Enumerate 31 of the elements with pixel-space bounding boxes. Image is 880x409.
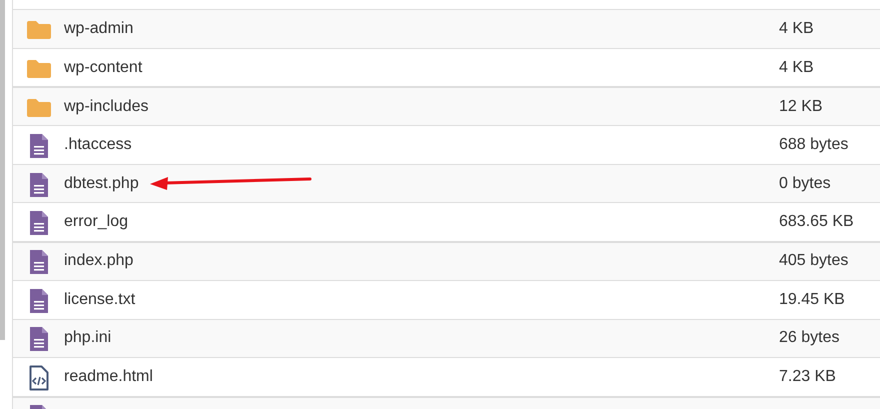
- file-size: 405 bytes: [779, 251, 848, 272]
- file-size: 0 bytes: [779, 174, 831, 194]
- file-size: 688 bytes: [779, 134, 848, 155]
- file-size: 26 bytes: [779, 328, 840, 348]
- document-icon: [28, 210, 48, 236]
- file-name[interactable]: license.txt: [64, 288, 779, 312]
- document-icon: [28, 326, 48, 352]
- file-name[interactable]: wp-admin: [64, 16, 779, 41]
- document-icon: [28, 132, 48, 159]
- folder-icon: [26, 20, 52, 40]
- file-name[interactable]: index.php: [64, 249, 779, 274]
- file-name[interactable]: wp-content: [64, 56, 779, 80]
- file-name[interactable]: php.ini: [64, 326, 779, 350]
- scrollbar[interactable]: [0, 0, 5, 340]
- file-size: 4 KB: [779, 18, 814, 39]
- file-size: 4 KB: [779, 58, 814, 78]
- document-icon: [28, 172, 48, 198]
- file-size: 7.23 KB: [779, 367, 836, 388]
- folder-icon: [26, 98, 52, 118]
- code-file-icon: [28, 365, 48, 392]
- file-size: 683.65 KB: [779, 212, 854, 232]
- file-name[interactable]: .htaccess: [64, 132, 779, 157]
- document-icon: [28, 249, 48, 276]
- file-name[interactable]: readme.html: [64, 365, 779, 390]
- file-name[interactable]: wp-includes: [64, 94, 779, 119]
- file-name[interactable]: error_log: [64, 210, 779, 234]
- folder-icon: [26, 58, 52, 79]
- document-icon: [28, 288, 48, 314]
- file-name[interactable]: dbtest.php: [64, 172, 779, 196]
- file-size: 12 KB: [779, 96, 823, 117]
- file-size: 19.45 KB: [779, 290, 845, 310]
